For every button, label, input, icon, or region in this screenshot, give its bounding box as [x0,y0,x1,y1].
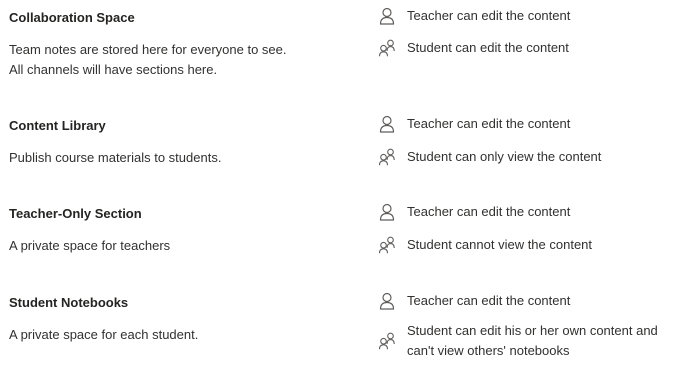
permission-text: Student can only view the content [407,149,602,164]
people-icon [378,148,396,166]
permission-text: Student can edit his or her own content … [407,323,658,358]
person-icon [378,292,396,310]
section-description: A private space for each student. [9,327,199,342]
person-icon [378,115,396,133]
section-title: Collaboration Space [9,10,135,25]
people-icon [378,236,396,254]
section-description: Team notes are stored here for everyone … [9,42,287,77]
person-icon [378,7,396,25]
person-icon [378,203,396,221]
section-title: Student Notebooks [9,295,129,310]
permission-text: Student can edit the content [407,40,569,55]
permission-text: Student cannot view the content [407,237,593,252]
permission-text: Teacher can edit the content [407,116,571,131]
section-description: A private space for teachers [9,238,171,253]
section-description: Publish course materials to students. [9,150,222,165]
permission-text: Teacher can edit the content [407,293,571,308]
people-icon [378,39,396,57]
people-icon [378,332,396,350]
permission-text: Teacher can edit the content [407,204,571,219]
section-title: Content Library [9,118,106,133]
section-title: Teacher-Only Section [9,206,142,221]
permission-text: Teacher can edit the content [407,8,571,23]
